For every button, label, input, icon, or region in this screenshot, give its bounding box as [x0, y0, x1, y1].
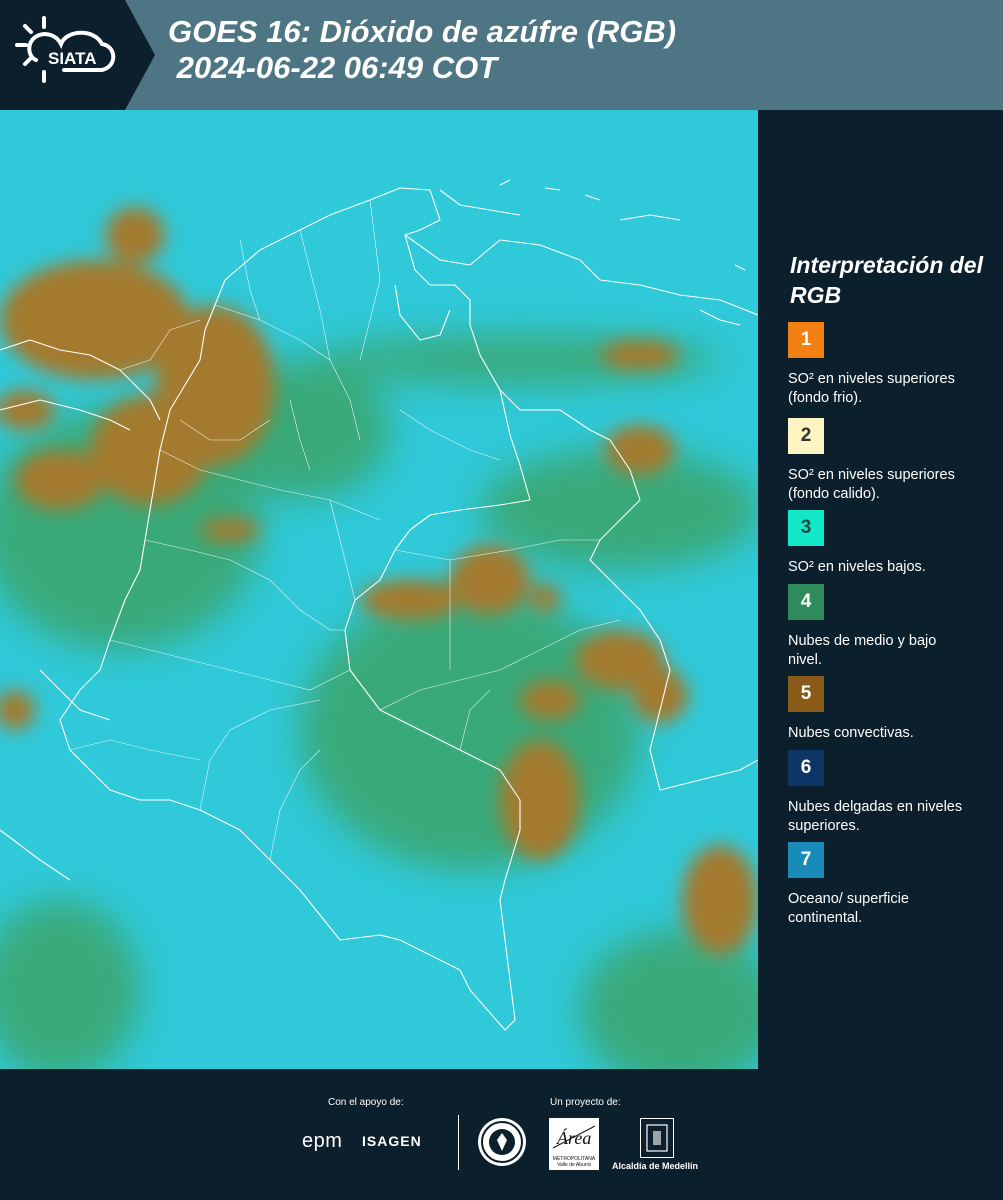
title-line-1: GOES 16: Dióxido de azúfre (RGB): [168, 14, 677, 49]
legend-item-6: 6 Nubes delgadas en niveles superiores.: [788, 750, 988, 836]
legend-item-5: 5 Nubes convectivas.: [788, 676, 988, 743]
legend-label-6: Nubes delgadas en niveles superiores.: [788, 799, 963, 834]
legend-swatch-4: 4: [788, 584, 824, 620]
amva-logo: Área METROPOLITANA Valle de Aburrá: [549, 1118, 599, 1170]
project-label: Un proyecto de:: [550, 1097, 621, 1108]
legend-swatch-6: 6: [788, 750, 824, 786]
legend-item-4: 4 Nubes de medio y bajo nivel.: [788, 584, 988, 670]
legend-label-4: Nubes de medio y bajo nivel.: [788, 633, 937, 668]
legend-swatch-5: 5: [788, 676, 824, 712]
page-title: GOES 16: Dióxido de azúfre (RGB) 2024-06…: [168, 14, 676, 86]
legend-swatch-1: 1: [788, 322, 824, 358]
legend-label-1: SO² en niveles superiores (fondo frio).: [788, 371, 955, 406]
rgb-satellite-image: [0, 110, 758, 1069]
legend-label-3: SO² en niveles bajos.: [788, 559, 926, 575]
amva-subtitle: METROPOLITANA Valle de Aburrá: [552, 1156, 596, 1168]
legend-item-1: 1 SO² en niveles superiores (fondo frio)…: [788, 322, 988, 408]
medellin-seal-icon: [478, 1118, 526, 1166]
svg-text:SIATA: SIATA: [48, 49, 96, 68]
seal-graphic: [481, 1121, 523, 1163]
legend-item-7: 7 Oceano/ superficie continental.: [788, 842, 988, 928]
legend-item-2: 2 SO² en niveles superiores (fondo calid…: [788, 418, 988, 504]
crest-graphic: [646, 1124, 668, 1152]
legend-label-5: Nubes convectivas.: [788, 725, 914, 741]
support-label: Con el apoyo de:: [328, 1097, 404, 1108]
footer-divider: [458, 1115, 459, 1170]
medellin-label: Alcaldía de Medellín: [612, 1161, 699, 1171]
amva-logo-mark: Área: [552, 1125, 596, 1149]
epm-logo: epm: [302, 1130, 343, 1152]
legend-swatch-3: 3: [788, 510, 824, 546]
legend-title: Interpretación del RGB: [790, 252, 983, 308]
siata-logo: SIATA: [0, 0, 155, 110]
siata-logo-icon: SIATA: [15, 16, 116, 83]
title-line-2: 2024-06-22 06:49 COT: [168, 50, 498, 85]
legend-swatch-2: 2: [788, 418, 824, 454]
legend-label-2: SO² en niveles superiores (fondo calido)…: [788, 467, 955, 502]
medellin-crest-icon: [640, 1118, 674, 1158]
legend-label-7: Oceano/ superficie continental.: [788, 891, 909, 926]
satellite-map[interactable]: [0, 110, 758, 1069]
isagen-logo: ISAGEN: [362, 1133, 422, 1149]
legend-swatch-7: 7: [788, 842, 824, 878]
legend-item-3: 3 SO² en niveles bajos.: [788, 510, 988, 577]
